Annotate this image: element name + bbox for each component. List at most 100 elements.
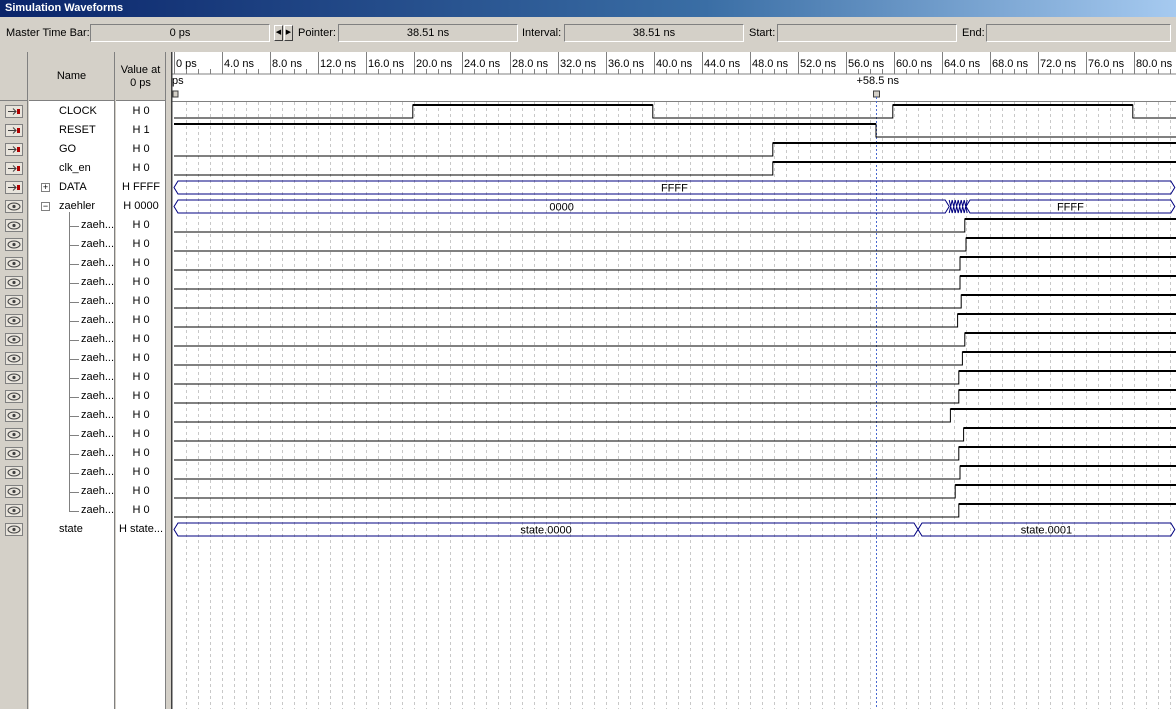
tree-branch — [69, 378, 79, 379]
tick-label: 4.0 ns — [224, 58, 254, 70]
tree-branch — [69, 397, 79, 398]
signal-name[interactable]: zaeh... — [81, 387, 114, 406]
output-pin-icon — [5, 295, 23, 308]
waveform-panel[interactable]: 0 ps 4.0 ns 8.0 ns 12.0 ns 16.0 ns 20.0 ns 24.… — [171, 52, 1176, 709]
signal-name[interactable]: zaeh... — [81, 463, 114, 482]
window-title: Simulation Waveforms — [0, 0, 1176, 17]
signal-name[interactable]: CLOCK — [59, 102, 97, 121]
origin-label: ps — [172, 75, 184, 87]
tree-branch — [69, 416, 79, 417]
row-icon-column — [0, 52, 28, 709]
signal-name[interactable]: zaeh... — [81, 482, 114, 501]
output-pin-icon — [5, 238, 23, 251]
collapse-icon[interactable]: − — [41, 202, 50, 211]
expand-icon[interactable]: + — [41, 183, 50, 192]
signal-value: H 0000 — [123, 200, 159, 212]
signal-name[interactable]: zaeh... — [81, 444, 114, 463]
signal-wave — [174, 104, 1176, 119]
bus-value-label: FFFF — [1057, 202, 1084, 214]
signal-name[interactable]: zaeh... — [81, 292, 114, 311]
signal-name[interactable]: RESET — [59, 121, 96, 140]
tree-branch — [69, 264, 79, 265]
waveform-canvas[interactable]: 0 ps 4.0 ns 8.0 ns 12.0 ns 16.0 ns 20.0 ns 24.… — [171, 52, 1176, 709]
signal-wave — [174, 427, 1176, 442]
output-pin-icon — [5, 409, 23, 422]
signal-name[interactable]: state — [59, 520, 83, 539]
output-pin-icon — [5, 200, 23, 213]
output-pin-icon — [5, 447, 23, 460]
tick-label: 12.0 ns — [320, 58, 357, 70]
value-column-header[interactable]: Value at 0 ps — [116, 52, 165, 101]
output-pin-icon — [5, 219, 23, 232]
signal-wave — [174, 218, 1176, 233]
bus-value-label: 0000 — [549, 202, 573, 214]
start-field[interactable] — [777, 24, 957, 42]
tick-label: 16.0 ns — [368, 58, 405, 70]
time-toolbar: Master Time Bar: 0 ps ◀ ▶ Pointer: 38.51… — [0, 18, 1176, 50]
tick-label: 8.0 ns — [272, 58, 302, 70]
name-column: Name CLOCK RESET GO clk_en + DATA − zaehler zaeh… — [29, 52, 115, 709]
signal-name[interactable]: zaeh... — [81, 425, 114, 444]
signal-name[interactable]: zaehler — [59, 197, 95, 216]
signal-value: H 0 — [132, 409, 150, 421]
output-pin-icon — [5, 257, 23, 270]
cursor-label: +58.5 ns — [857, 75, 900, 87]
tree-branch — [69, 226, 79, 227]
bus-glitch — [948, 199, 968, 214]
tree-branch — [69, 473, 79, 474]
signal-wave — [174, 123, 1176, 138]
tick-label: 72.0 ns — [1040, 58, 1077, 70]
signal-wave — [174, 332, 1176, 347]
signal-wave — [174, 256, 1176, 271]
signal-value: H 0 — [132, 390, 150, 402]
signal-value: H 0 — [132, 314, 150, 326]
master-time-next-button[interactable]: ▶ — [284, 25, 293, 41]
start-label: Start: — [749, 27, 776, 39]
master-time-bar-label: Master Time Bar: — [6, 27, 90, 39]
tree-branch — [69, 321, 79, 322]
tick-label: 28.0 ns — [512, 58, 549, 70]
master-time-prev-button[interactable]: ◀ — [274, 25, 283, 41]
signal-value: H 0 — [132, 295, 150, 307]
output-pin-icon — [5, 352, 23, 365]
signal-name[interactable]: clk_en — [59, 159, 91, 178]
signal-name[interactable]: zaeh... — [81, 273, 114, 292]
signal-wave — [174, 503, 1176, 518]
pointer-label: Pointer: — [298, 27, 336, 39]
signal-name[interactable]: zaeh... — [81, 254, 114, 273]
icon-column-header — [0, 52, 27, 101]
tick-label: 40.0 ns — [656, 58, 693, 70]
signal-name[interactable]: zaeh... — [81, 216, 114, 235]
signal-name[interactable]: zaeh... — [81, 349, 114, 368]
signal-name[interactable]: zaeh... — [81, 368, 114, 387]
signal-name[interactable]: zaeh... — [81, 501, 114, 520]
signal-name[interactable]: zaeh... — [81, 406, 114, 425]
tick-label: 44.0 ns — [704, 58, 741, 70]
signal-name[interactable]: GO — [59, 140, 76, 159]
signal-value: H 0 — [132, 162, 150, 174]
interval-label: Interval: — [522, 27, 562, 39]
interval-field: 38.51 ns — [564, 24, 744, 42]
signal-name[interactable]: zaeh... — [81, 330, 114, 349]
signal-value: H FFFF — [122, 181, 160, 193]
signal-value: H 1 — [132, 124, 150, 136]
output-pin-icon — [5, 504, 23, 517]
tree-trunk — [69, 212, 70, 511]
pointer-field: 38.51 ns — [338, 24, 518, 42]
tree-branch — [69, 245, 79, 246]
output-pin-icon — [5, 390, 23, 403]
tick-label: 36.0 ns — [608, 58, 645, 70]
signal-name[interactable]: zaeh... — [81, 235, 114, 254]
output-pin-icon — [5, 485, 23, 498]
signal-name[interactable]: zaeh... — [81, 311, 114, 330]
signal-wave — [174, 370, 1176, 385]
signal-wave — [174, 142, 1176, 157]
input-pin-icon — [5, 143, 23, 156]
tick-label: 68.0 ns — [992, 58, 1029, 70]
master-time-bar-field[interactable]: 0 ps — [90, 24, 270, 42]
name-column-header[interactable]: Name — [29, 52, 114, 101]
tree-branch — [69, 492, 79, 493]
signal-name[interactable]: DATA — [59, 178, 87, 197]
tick-label: 24.0 ns — [464, 58, 501, 70]
end-field[interactable] — [986, 24, 1171, 42]
